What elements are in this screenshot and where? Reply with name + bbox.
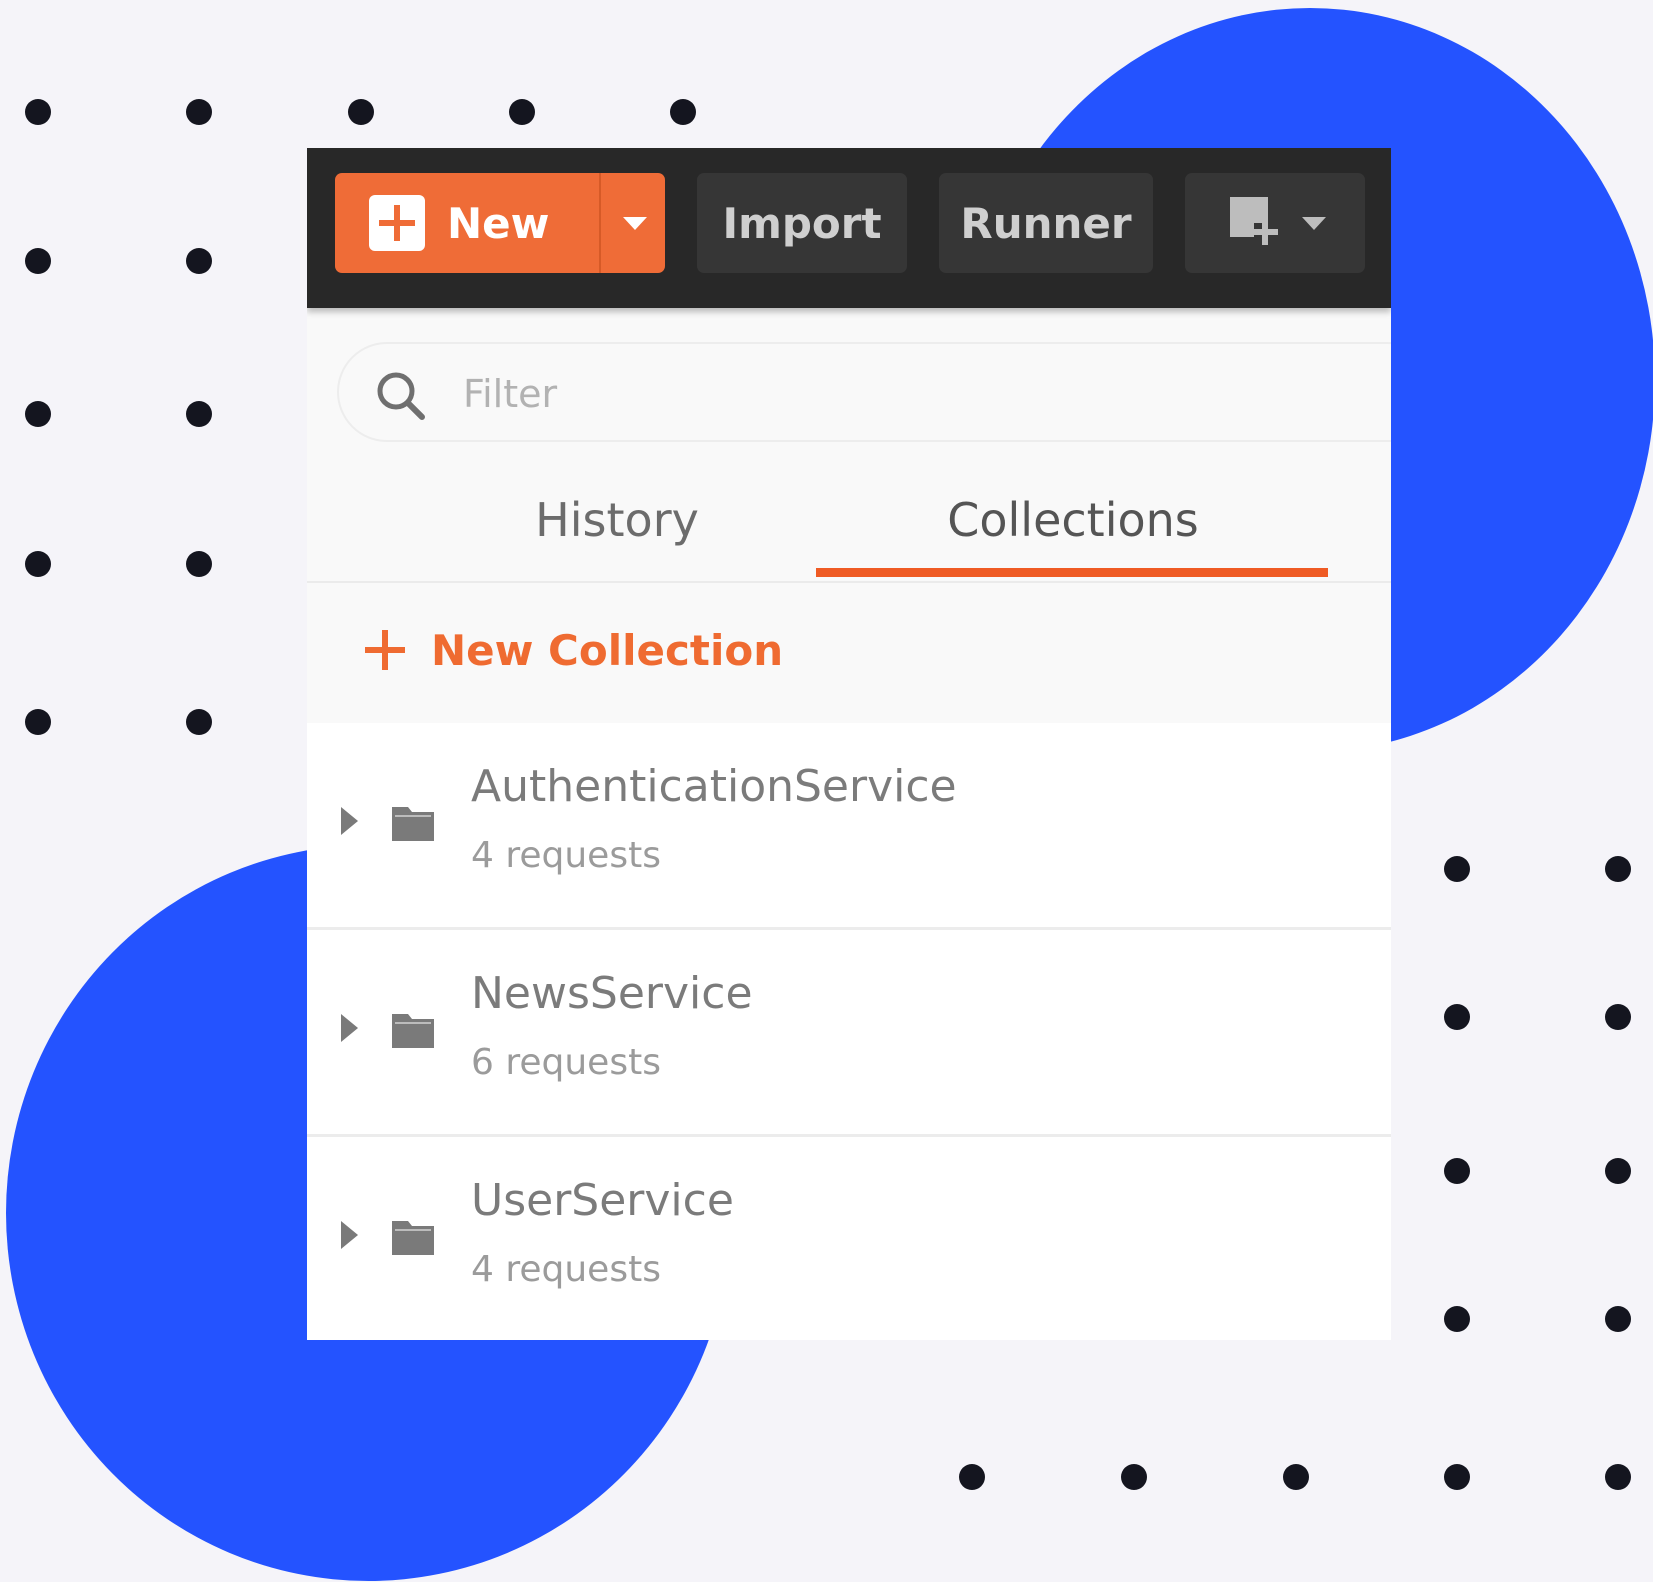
expand-caret-icon[interactable]: [341, 807, 358, 835]
decor-dot: [1605, 1306, 1631, 1332]
decor-dot: [186, 551, 212, 577]
decor-dot: [1605, 1158, 1631, 1184]
search-icon: [377, 372, 425, 420]
decor-dot: [25, 551, 51, 577]
chevron-down-icon: [623, 216, 647, 230]
new-collection-label: New Collection: [431, 625, 784, 675]
expand-caret-icon[interactable]: [341, 1014, 358, 1042]
plus-box-icon: [369, 195, 425, 251]
decor-dot: [186, 401, 212, 427]
runner-button-label: Runner: [960, 198, 1132, 248]
import-button-label: Import: [722, 198, 882, 248]
collection-name: UserService: [471, 1175, 734, 1226]
decor-dot: [186, 99, 212, 125]
new-window-button[interactable]: [1185, 173, 1365, 273]
plus-icon: [365, 630, 405, 670]
decor-dot: [1444, 1004, 1470, 1030]
decor-dot: [1444, 856, 1470, 882]
decor-dot: [25, 709, 51, 735]
new-window-icon: [1230, 197, 1278, 245]
decor-dot: [25, 99, 51, 125]
import-button[interactable]: Import: [697, 173, 907, 273]
new-button-label: New: [447, 198, 550, 248]
new-collection-button[interactable]: New Collection: [365, 620, 783, 680]
decor-dot: [186, 248, 212, 274]
collection-name: NewsService: [471, 968, 753, 1019]
collection-request-count: 6 requests: [471, 1042, 661, 1083]
decor-dot: [1444, 1464, 1470, 1490]
folder-icon: [392, 1221, 434, 1255]
sidebar-panel: New Import Runner History Colle: [307, 148, 1391, 1340]
collection-item[interactable]: UserService 4 requests: [307, 1137, 1391, 1340]
collection-name: AuthenticationService: [471, 761, 957, 812]
decor-dot: [25, 248, 51, 274]
decor-dot: [1605, 856, 1631, 882]
decor-dot: [509, 99, 535, 125]
new-dropdown-toggle[interactable]: [605, 173, 665, 273]
collection-item[interactable]: NewsService 6 requests: [307, 930, 1391, 1137]
new-button[interactable]: New: [335, 173, 665, 273]
runner-button[interactable]: Runner: [939, 173, 1153, 273]
decor-dot: [670, 99, 696, 125]
tab-history[interactable]: History: [467, 493, 767, 547]
folder-icon: [392, 1014, 434, 1048]
decor-dot: [1121, 1464, 1147, 1490]
collection-request-count: 4 requests: [471, 835, 661, 876]
expand-caret-icon[interactable]: [341, 1221, 358, 1249]
active-tab-indicator: [816, 568, 1328, 577]
decor-dot: [348, 99, 374, 125]
new-button-divider: [599, 173, 601, 273]
decor-dot: [1444, 1158, 1470, 1184]
search-input[interactable]: [461, 366, 1065, 422]
decor-dot: [186, 709, 212, 735]
tab-collections[interactable]: Collections: [817, 493, 1329, 547]
decor-dot: [1444, 1306, 1470, 1332]
decor-dot: [25, 401, 51, 427]
toolbar: New Import Runner: [307, 148, 1391, 308]
folder-icon: [392, 807, 434, 841]
tabs-divider: [307, 581, 1391, 583]
decor-dot: [959, 1464, 985, 1490]
collection-request-count: 4 requests: [471, 1249, 661, 1290]
search-field[interactable]: [337, 342, 1391, 442]
collections-list: AuthenticationService 4 requests NewsSer…: [307, 723, 1391, 1340]
decor-dot: [1605, 1004, 1631, 1030]
decor-dot: [1605, 1464, 1631, 1490]
decor-dot: [1283, 1464, 1309, 1490]
chevron-down-icon: [1302, 216, 1326, 230]
collection-item[interactable]: AuthenticationService 4 requests: [307, 723, 1391, 930]
